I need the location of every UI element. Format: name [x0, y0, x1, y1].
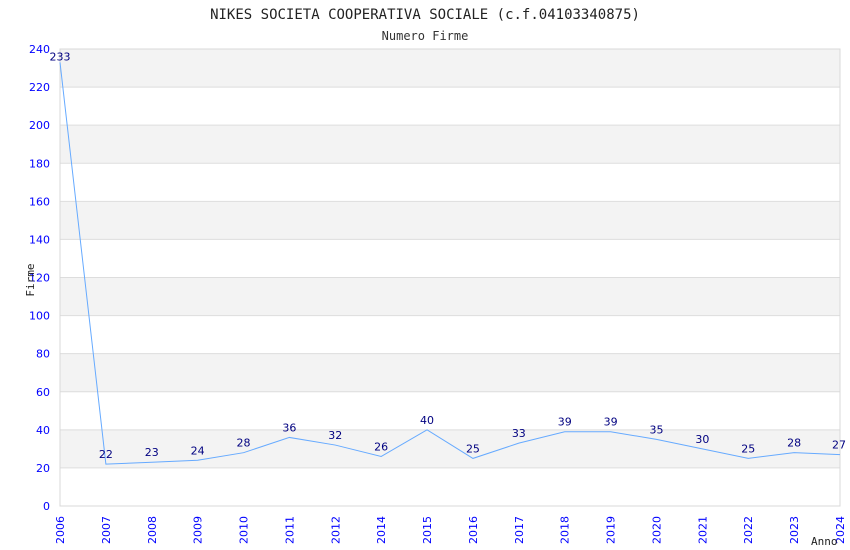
line-chart: NIKES SOCIETA COOPERATIVA SOCIALE (c.f.0… — [24, 7, 847, 548]
x-tick-label: 2011 — [283, 516, 296, 544]
grid-band — [60, 353, 840, 392]
data-label: 25 — [741, 442, 755, 455]
y-tick-label: 100 — [29, 310, 50, 323]
grid-band — [60, 201, 840, 240]
x-tick-label: 2019 — [605, 516, 618, 544]
data-label: 28 — [237, 437, 251, 450]
grid-band — [60, 87, 840, 126]
x-tick-label: 2021 — [696, 516, 709, 544]
data-label: 30 — [695, 433, 709, 446]
x-tick-label: 2008 — [146, 516, 159, 544]
data-label: 36 — [282, 421, 296, 434]
x-tick-label: 2023 — [788, 516, 801, 544]
data-label: 40 — [420, 414, 434, 427]
x-tick-label: 2014 — [375, 516, 388, 544]
y-tick-label: 80 — [36, 348, 50, 361]
grid-band — [60, 391, 840, 430]
grid-band — [60, 239, 840, 278]
x-tick-label: 2010 — [238, 516, 251, 544]
grid-band — [60, 429, 840, 468]
data-label: 22 — [99, 448, 113, 461]
data-label: 24 — [191, 444, 205, 457]
y-tick-label: 60 — [36, 386, 50, 399]
data-label: 233 — [50, 50, 71, 63]
data-label: 28 — [787, 437, 801, 450]
y-tick-label: 0 — [43, 500, 50, 513]
x-tick-label: 2017 — [513, 516, 526, 544]
data-label: 25 — [466, 442, 480, 455]
grid-band — [60, 125, 840, 164]
grid-band — [60, 315, 840, 354]
y-axis-label: Firme — [24, 263, 37, 296]
data-label: 26 — [374, 440, 388, 453]
grid-band — [60, 467, 840, 506]
x-tick-label: 2006 — [54, 516, 67, 544]
data-label: 39 — [558, 416, 572, 429]
x-axis-label: Anno — [811, 535, 838, 548]
data-label: 27 — [832, 439, 846, 452]
y-tick-label: 200 — [29, 119, 50, 132]
x-tick-label: 2009 — [192, 516, 205, 544]
x-tick-label: 2022 — [742, 516, 755, 544]
data-label: 32 — [328, 429, 342, 442]
data-label: 35 — [649, 423, 663, 436]
y-tick-label: 160 — [29, 195, 50, 208]
x-tick-label: 2018 — [559, 516, 572, 544]
x-tick-label: 2012 — [329, 516, 342, 544]
grid-band — [60, 49, 840, 88]
y-tick-label: 240 — [29, 43, 50, 56]
x-tick-label: 2020 — [650, 516, 663, 544]
y-tick-label: 220 — [29, 81, 50, 94]
y-tick-label: 40 — [36, 424, 50, 437]
x-tick-label: 2007 — [100, 516, 113, 544]
data-label: 33 — [512, 427, 526, 440]
y-tick-label: 20 — [36, 462, 50, 475]
x-tick-label: 2015 — [421, 516, 434, 544]
data-label: 39 — [604, 416, 618, 429]
chart-subtitle: Numero Firme — [382, 29, 469, 43]
x-tick-label: 2016 — [467, 516, 480, 544]
y-tick-label: 140 — [29, 233, 50, 246]
y-tick-label: 180 — [29, 157, 50, 170]
grid-band — [60, 163, 840, 202]
data-label: 23 — [145, 446, 159, 459]
chart-title: NIKES SOCIETA COOPERATIVA SOCIALE (c.f.0… — [210, 7, 640, 23]
grid-band — [60, 277, 840, 316]
